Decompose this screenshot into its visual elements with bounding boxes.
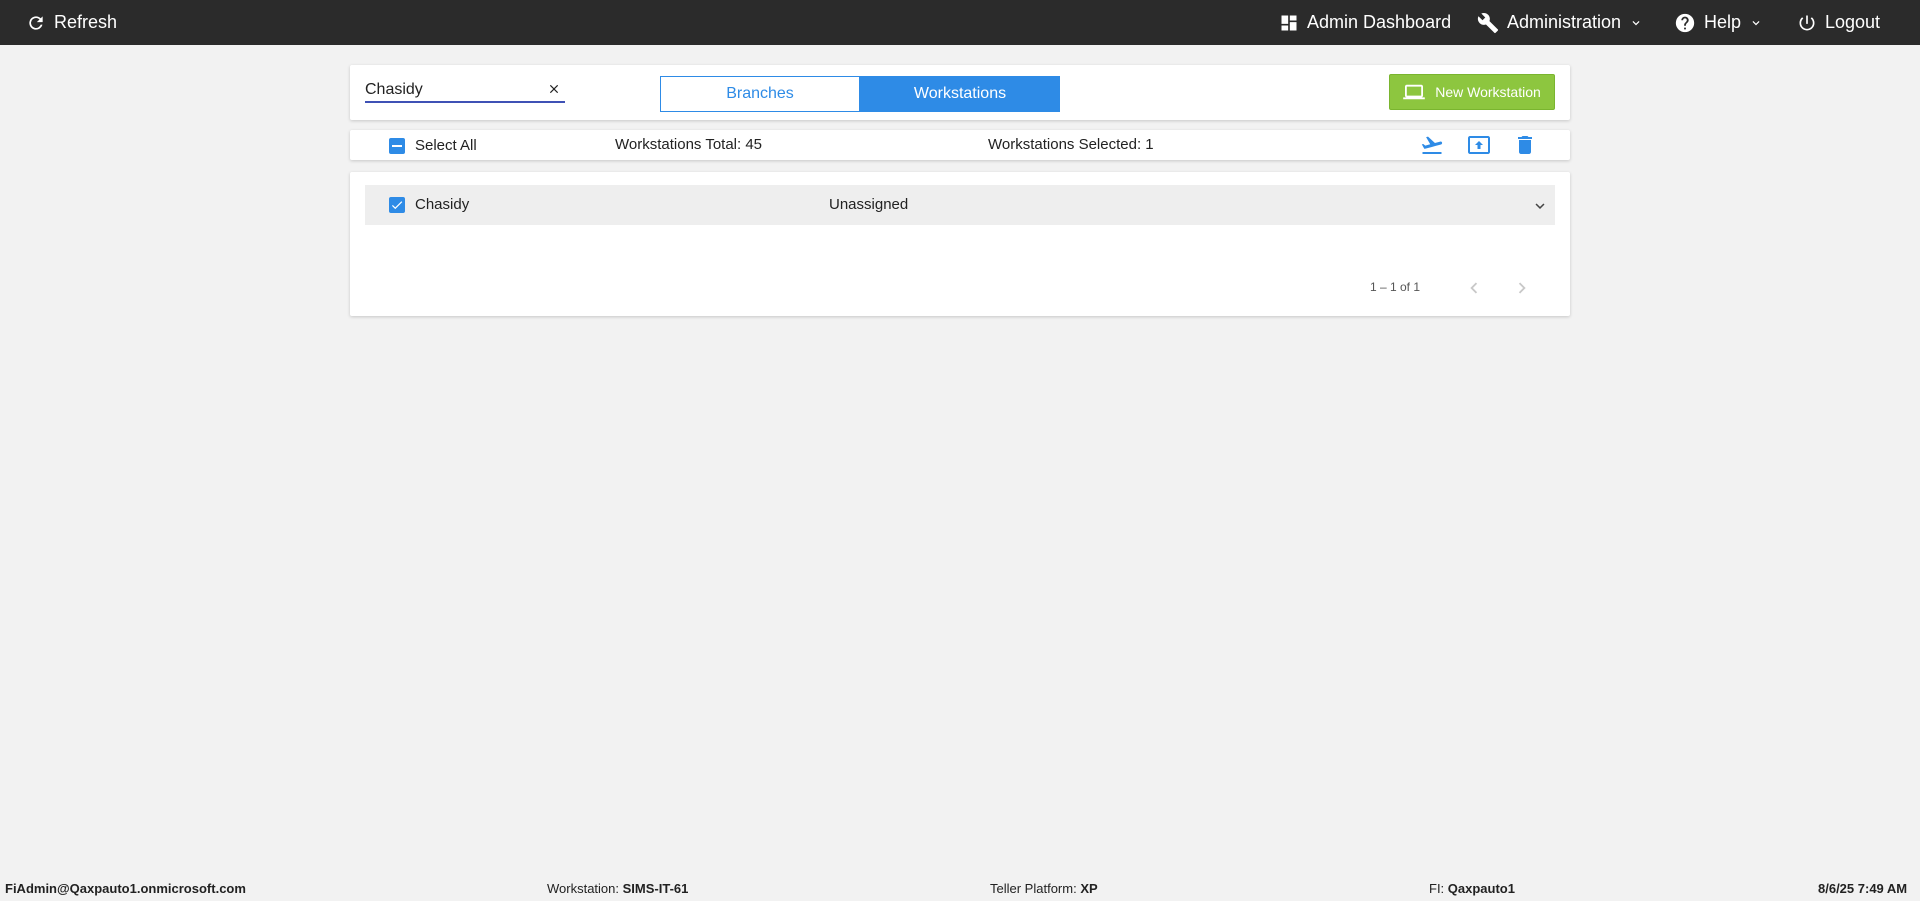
footer-datetime: 8/6/25 7:49 AM bbox=[1818, 881, 1908, 896]
table-row[interactable]: Chasidy Unassigned bbox=[365, 185, 1555, 225]
tab-branches[interactable]: Branches bbox=[660, 76, 860, 112]
select-all-checkbox[interactable]: Select All bbox=[389, 137, 477, 154]
wrench-icon bbox=[1477, 12, 1499, 33]
admin-dashboard-button[interactable]: Admin Dashboard bbox=[1279, 0, 1451, 45]
footer-workstation: Workstation: SIMS-IT-61 bbox=[547, 881, 688, 896]
check-icon bbox=[391, 201, 403, 210]
pagination-range: 1 – 1 of 1 bbox=[1369, 280, 1420, 294]
administration-menu[interactable]: Administration bbox=[1477, 0, 1643, 45]
next-page-button[interactable] bbox=[1510, 276, 1534, 300]
footer-platform-label: Teller Platform: bbox=[990, 881, 1077, 896]
chevron-down-icon bbox=[1752, 20, 1760, 25]
upload-button[interactable] bbox=[1467, 134, 1491, 156]
footer-platform: Teller Platform: XP bbox=[990, 881, 1098, 896]
delete-button[interactable] bbox=[1513, 134, 1537, 156]
expand-row-button[interactable] bbox=[1531, 197, 1549, 220]
indeterminate-checkbox-icon bbox=[389, 137, 405, 154]
workstations-total: Workstations Total: 45 bbox=[615, 136, 763, 153]
chevron-down-icon bbox=[1535, 203, 1545, 209]
top-bar: Refresh Admin Dashboard Administration H… bbox=[0, 0, 1920, 45]
search-input[interactable] bbox=[365, 81, 535, 99]
new-workstation-label: New Workstation bbox=[1435, 84, 1541, 100]
chevron-right-icon bbox=[1518, 282, 1526, 294]
tab-workstations[interactable]: Workstations bbox=[860, 76, 1060, 112]
chevron-left-icon bbox=[1470, 282, 1478, 294]
footer-user: FiAdmin@Qaxpauto1.onmicrosoft.com bbox=[5, 881, 246, 896]
help-label: Help bbox=[1704, 12, 1742, 32]
footer-workstation-label: Workstation: bbox=[547, 881, 620, 896]
refresh-label: Refresh bbox=[54, 12, 118, 32]
administration-label: Administration bbox=[1507, 12, 1622, 32]
selection-bar: Select All Workstations Total: 45 Workst… bbox=[350, 130, 1570, 160]
search-field bbox=[365, 79, 565, 103]
toolbar-card: Branches Workstations New Workstation bbox=[350, 65, 1570, 120]
logout-button[interactable]: Logout bbox=[1797, 0, 1880, 45]
status-footer: FiAdmin@Qaxpauto1.onmicrosoft.com Workst… bbox=[0, 875, 1920, 901]
upload-icon bbox=[1468, 136, 1490, 154]
laptop-icon bbox=[1403, 84, 1426, 100]
close-icon bbox=[549, 84, 559, 94]
new-workstation-button[interactable]: New Workstation bbox=[1389, 74, 1555, 110]
select-all-label: Select All bbox=[415, 137, 477, 154]
workstations-selected: Workstations Selected: 1 bbox=[988, 136, 1154, 153]
footer-workstation-value: SIMS-IT-61 bbox=[622, 881, 689, 896]
help-menu[interactable]: Help bbox=[1674, 0, 1763, 45]
trash-icon bbox=[1518, 136, 1532, 154]
admin-dashboard-label: Admin Dashboard bbox=[1307, 12, 1452, 32]
row-name: Chasidy bbox=[415, 196, 470, 213]
refresh-button[interactable]: Refresh bbox=[26, 0, 117, 45]
row-status: Unassigned bbox=[829, 196, 909, 213]
flight-takeoff-icon bbox=[1421, 136, 1443, 154]
footer-fi-value: Qaxpauto1 bbox=[1447, 881, 1515, 896]
help-icon bbox=[1675, 13, 1695, 32]
footer-platform-value: XP bbox=[1080, 881, 1098, 896]
refresh-icon bbox=[29, 15, 43, 30]
view-toggle: Branches Workstations bbox=[660, 76, 1060, 112]
logout-label: Logout bbox=[1825, 12, 1881, 32]
power-icon bbox=[1799, 15, 1815, 30]
footer-fi-label: FI: bbox=[1429, 881, 1445, 896]
dashboard-icon bbox=[1281, 15, 1297, 30]
chevron-down-icon bbox=[1632, 20, 1640, 25]
row-checkbox[interactable] bbox=[389, 197, 405, 213]
clear-search-button[interactable] bbox=[547, 82, 561, 101]
previous-page-button[interactable] bbox=[1462, 276, 1486, 300]
footer-fi: FI: Qaxpauto1 bbox=[1429, 881, 1515, 896]
workstation-list: Chasidy Unassigned 1 – 1 of 1 bbox=[350, 172, 1570, 316]
flight-takeoff-button[interactable] bbox=[1420, 134, 1444, 156]
